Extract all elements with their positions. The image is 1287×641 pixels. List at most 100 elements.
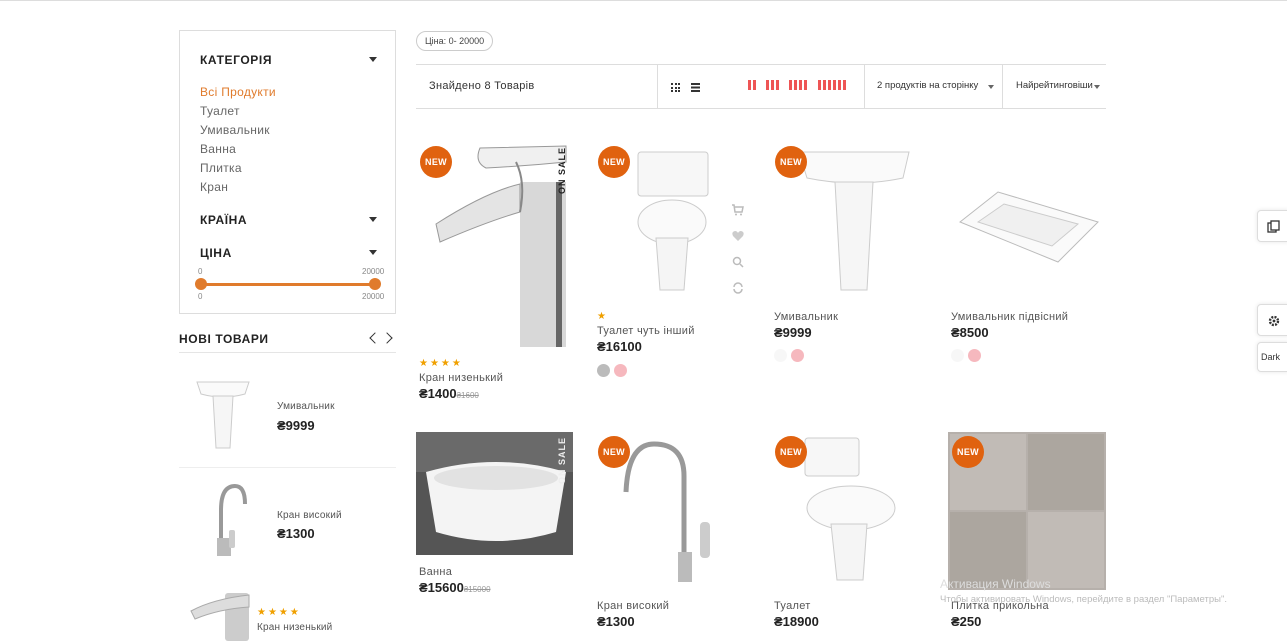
settings-tool-button[interactable] bbox=[1257, 304, 1287, 336]
product-name[interactable]: Ванна bbox=[419, 566, 452, 578]
filter-panel: КАТЕГОРІЯ Всі Продукти Туалет Умивальник… bbox=[179, 30, 396, 314]
product-card[interactable]: NEW Туалет ₴18900 bbox=[771, 432, 931, 632]
color-swatch-pink[interactable] bbox=[614, 364, 627, 377]
toolbar-divider bbox=[864, 65, 865, 108]
new-products-title: НОВІ ТОВАРИ bbox=[179, 332, 269, 346]
product-card[interactable]: NEW ★ Туалет чуть інший ₴16100 bbox=[594, 142, 754, 382]
country-caret-icon[interactable] bbox=[369, 217, 377, 222]
color-swatch-white[interactable] bbox=[951, 349, 964, 362]
new-product-divider bbox=[179, 467, 396, 468]
old-price: ₴1600 bbox=[456, 391, 479, 400]
product-name[interactable]: Кран низенький bbox=[419, 372, 503, 384]
product-card[interactable]: Умивальник підвісний ₴8500 bbox=[948, 142, 1108, 367]
compare-icon[interactable] bbox=[732, 282, 744, 294]
category-list: Всі Продукти Туалет Умивальник Ванна Пли… bbox=[200, 85, 276, 199]
new-product-name[interactable]: Кран низенький bbox=[257, 622, 332, 633]
product-price: ₴16100 bbox=[597, 339, 642, 354]
next-arrow-icon[interactable] bbox=[381, 332, 393, 344]
dark-mode-toggle[interactable]: Dark bbox=[1257, 342, 1287, 372]
price-slider-track[interactable] bbox=[201, 283, 375, 286]
new-product-name[interactable]: Умивальник bbox=[277, 401, 335, 412]
columns-4-icon[interactable] bbox=[789, 80, 807, 90]
active-price-filter-chip[interactable]: Ціна: 0- 20000 bbox=[416, 31, 494, 51]
new-product-price: ₴9999 bbox=[277, 418, 315, 433]
product-name[interactable]: Кран високий bbox=[597, 600, 669, 612]
color-swatch-grey[interactable] bbox=[597, 364, 610, 377]
new-badge: NEW bbox=[420, 146, 452, 178]
range-min-bottom: 0 bbox=[198, 292, 203, 301]
color-swatch-pink[interactable] bbox=[791, 349, 804, 362]
product-price: ₴18900 bbox=[774, 614, 819, 629]
price-caret-icon[interactable] bbox=[369, 250, 377, 255]
list-view-icon[interactable] bbox=[691, 83, 700, 92]
toolbar-divider bbox=[1002, 65, 1003, 108]
price-slider-min-handle[interactable] bbox=[195, 278, 207, 290]
copy-icon bbox=[1267, 220, 1280, 233]
product-price: ₴1400₴1600 bbox=[419, 386, 479, 401]
product-card[interactable]: NEW ON SALE ★★★★ Кран низенький ₴1400₴16… bbox=[416, 142, 576, 402]
new-product-name[interactable]: Кран високий bbox=[277, 510, 342, 521]
new-product-price: ₴1300 bbox=[277, 526, 315, 541]
price-slider-max-handle[interactable] bbox=[369, 278, 381, 290]
category-tile[interactable]: Плитка bbox=[200, 161, 276, 180]
rating-stars: ★★★★ bbox=[419, 358, 463, 369]
product-price: ₴9999 bbox=[774, 325, 812, 340]
prev-arrow-icon[interactable] bbox=[369, 332, 381, 344]
new-badge: NEW bbox=[952, 436, 984, 468]
on-sale-label: ON SALE bbox=[557, 146, 567, 194]
product-name[interactable]: Умивальник bbox=[774, 311, 838, 323]
toolbar-divider bbox=[657, 65, 658, 108]
product-price: ₴1300 bbox=[597, 614, 635, 629]
top-divider bbox=[0, 0, 1287, 1]
sort-caret-icon[interactable] bbox=[1094, 85, 1100, 89]
old-price: ₴15000 bbox=[463, 585, 491, 594]
washbasin-thumbnail bbox=[196, 381, 250, 449]
search-icon[interactable] bbox=[732, 256, 744, 268]
product-card[interactable]: NEW Умивальник ₴9999 bbox=[771, 142, 931, 367]
per-page-select[interactable]: 2 продуктів на сторінку bbox=[877, 80, 978, 91]
rating-stars: ★ bbox=[597, 311, 608, 322]
grid-view-icon[interactable] bbox=[671, 83, 680, 92]
category-washbasin[interactable]: Умивальник bbox=[200, 123, 276, 142]
color-swatch-pink[interactable] bbox=[968, 349, 981, 362]
heart-icon[interactable] bbox=[732, 230, 744, 242]
found-count: Знайдено 8 Товарів bbox=[429, 80, 535, 92]
category-filter-title[interactable]: КАТЕГОРІЯ bbox=[200, 53, 272, 67]
product-name[interactable]: Туалет чуть інший bbox=[597, 325, 695, 337]
copy-tool-button[interactable] bbox=[1257, 210, 1287, 242]
product-price: ₴8500 bbox=[951, 325, 989, 340]
product-card[interactable]: NEW Кран високий ₴1300 bbox=[594, 432, 754, 632]
faucet-thumbnail bbox=[217, 483, 247, 556]
new-badge: NEW bbox=[775, 146, 807, 178]
cart-icon[interactable] bbox=[732, 204, 744, 216]
product-image bbox=[416, 432, 573, 555]
category-faucet[interactable]: Кран bbox=[200, 180, 276, 199]
category-all[interactable]: Всі Продукти bbox=[200, 85, 276, 104]
product-name[interactable]: Туалет bbox=[774, 600, 811, 612]
gear-icon bbox=[1268, 315, 1280, 327]
range-min-top: 0 bbox=[198, 267, 203, 276]
low-faucet-thumbnail bbox=[190, 593, 250, 641]
new-badge: NEW bbox=[775, 436, 807, 468]
sort-select[interactable]: Найрейтинговіши bbox=[1016, 80, 1093, 91]
country-filter-title[interactable]: КРАЇНА bbox=[200, 213, 247, 227]
product-price: ₴15600₴15000 bbox=[419, 580, 491, 595]
product-image bbox=[959, 191, 1099, 263]
on-sale-label: ON SALE bbox=[557, 436, 567, 484]
per-page-caret-icon[interactable] bbox=[988, 85, 994, 89]
columns-2-icon[interactable] bbox=[748, 80, 756, 90]
product-card[interactable]: ON SALE Ванна ₴15600₴15000 bbox=[416, 432, 576, 602]
category-toilet[interactable]: Туалет bbox=[200, 104, 276, 123]
product-name[interactable]: Умивальник підвісний bbox=[951, 311, 1068, 323]
category-caret-icon[interactable] bbox=[369, 57, 377, 62]
category-bath[interactable]: Ванна bbox=[200, 142, 276, 161]
activation-watermark-title: Активация Windows bbox=[940, 577, 1051, 591]
products-toolbar: Знайдено 8 Товарів 2 продуктів на сторін… bbox=[416, 64, 1106, 109]
price-filter-title[interactable]: ЦІНА bbox=[200, 246, 232, 260]
columns-3-icon[interactable] bbox=[766, 80, 779, 90]
color-swatch-white[interactable] bbox=[774, 349, 787, 362]
new-products-divider bbox=[179, 352, 396, 353]
columns-6-icon[interactable] bbox=[818, 80, 846, 90]
product-price: ₴250 bbox=[951, 614, 982, 629]
range-max-bottom: 20000 bbox=[362, 292, 385, 301]
